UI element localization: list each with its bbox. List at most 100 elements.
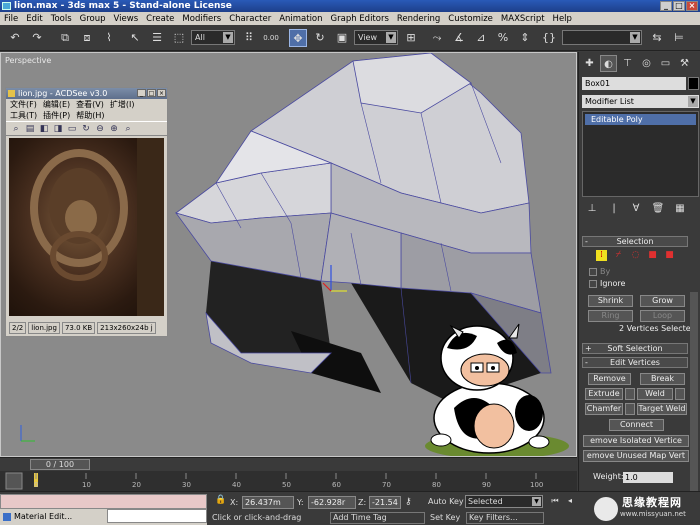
coord-system-dropdown[interactable]: View ▼: [354, 30, 398, 45]
modifier-stack[interactable]: Editable Poly: [582, 111, 699, 197]
object-color-swatch[interactable]: [688, 77, 699, 90]
key-filters-button[interactable]: Key Filters...: [466, 512, 544, 524]
set-key-button[interactable]: Set Key: [430, 513, 460, 522]
modifier-list-dropdown[interactable]: Modifier List ▼: [582, 95, 699, 108]
select-and-move-dots-icon[interactable]: ⠿: [240, 29, 258, 47]
menu-graph-editors[interactable]: Graph Editors: [327, 14, 393, 24]
remove-unused-map-verts-button[interactable]: emove Unused Map Vert: [583, 450, 689, 462]
motion-tab-icon[interactable]: ◎: [638, 55, 655, 72]
break-button[interactable]: Break: [640, 373, 685, 385]
weld-button[interactable]: Weld: [637, 388, 673, 400]
menu-tools[interactable]: Tools: [47, 14, 76, 24]
selection-region-icon[interactable]: ⬚: [170, 29, 188, 47]
pin-stack-icon[interactable]: ⊥: [585, 202, 599, 216]
named-selection-dropdown[interactable]: ▼: [562, 30, 642, 45]
acd-menu-help[interactable]: 帮助(H): [76, 110, 104, 121]
refresh-icon[interactable]: ↻: [80, 123, 92, 135]
create-tab-icon[interactable]: ✚: [581, 55, 598, 72]
z-coordinate-field[interactable]: -21.54: [369, 496, 401, 509]
key-icon[interactable]: ⚷: [405, 497, 423, 507]
redo-icon[interactable]: ↷: [28, 29, 46, 47]
menu-animation[interactable]: Animation: [275, 14, 326, 24]
bind-space-warp-icon[interactable]: ⌇: [100, 29, 118, 47]
select-by-name-icon[interactable]: ☰: [148, 29, 166, 47]
named-selection-icon[interactable]: {}: [540, 29, 558, 47]
zoom-in-icon[interactable]: ⊕: [108, 123, 120, 135]
unlink-icon[interactable]: ⧈: [78, 29, 96, 47]
menu-help[interactable]: Help: [549, 14, 576, 24]
grow-button[interactable]: Grow: [640, 295, 685, 307]
border-level-icon[interactable]: ◌: [630, 250, 641, 261]
minimize-button[interactable]: _: [660, 1, 672, 11]
selection-rollout-header[interactable]: - Selection: [582, 236, 688, 247]
acd-menu-tools[interactable]: 工具(T): [10, 110, 37, 121]
extrude-button[interactable]: Extrude: [585, 388, 623, 400]
go-to-start-icon[interactable]: ⏮: [548, 495, 562, 507]
remove-button[interactable]: Remove: [588, 373, 631, 385]
object-name-field[interactable]: Box01: [582, 77, 686, 90]
utilities-tab-icon[interactable]: ⚒: [676, 55, 693, 72]
show-end-result-icon[interactable]: |: [607, 202, 621, 216]
menu-views[interactable]: Views: [110, 14, 143, 24]
acdsee-title-bar[interactable]: lion.jpg - ACDSee v3.0 _ □ ×: [6, 88, 167, 99]
soft-selection-rollout-header[interactable]: + Soft Selection: [582, 343, 688, 354]
manipulate-icon[interactable]: ⤳: [428, 29, 446, 47]
track-bar[interactable]: 0 10 20 30 40 50 60 70 80 90 100: [0, 471, 577, 491]
prev-icon[interactable]: ◧: [38, 123, 50, 135]
edit-vertices-rollout-header[interactable]: - Edit Vertices: [582, 357, 688, 368]
x-coordinate-field[interactable]: 26.437m: [242, 496, 294, 509]
menu-maxscript[interactable]: MAXScript: [497, 14, 549, 24]
zoom-out-icon[interactable]: ⊖: [94, 123, 106, 135]
edge-level-icon[interactable]: ⌿: [613, 250, 624, 261]
menu-group[interactable]: Group: [76, 14, 110, 24]
configure-sets-icon[interactable]: ▦: [673, 202, 687, 216]
loop-button[interactable]: Loop: [640, 310, 685, 322]
shrink-button[interactable]: Shrink: [588, 295, 633, 307]
polygon-level-icon[interactable]: ■: [647, 250, 658, 261]
close-button[interactable]: ×: [157, 89, 166, 97]
remove-isolated-vertices-button[interactable]: emove Isolated Vertice: [583, 435, 689, 447]
close-button[interactable]: ×: [686, 1, 698, 11]
ring-button[interactable]: Ring: [588, 310, 633, 322]
menu-rendering[interactable]: Rendering: [393, 14, 444, 24]
next-icon[interactable]: ◨: [52, 123, 64, 135]
angle-snap-icon[interactable]: ⊿: [472, 29, 490, 47]
connect-button[interactable]: Connect: [609, 419, 664, 431]
menu-customize[interactable]: Customize: [444, 14, 497, 24]
selection-lock-icon[interactable]: 🔒: [215, 495, 226, 507]
weight-input[interactable]: 1.0: [623, 472, 673, 483]
extrude-settings-button[interactable]: [625, 388, 635, 400]
scale-icon[interactable]: ▣: [333, 29, 351, 47]
make-unique-icon[interactable]: ∀: [629, 202, 643, 216]
maxscript-listener-mini[interactable]: [0, 494, 207, 509]
acdsee-window[interactable]: lion.jpg - ACDSee v3.0 _ □ × 文件(F) 编辑(E)…: [5, 87, 168, 337]
stack-item-editable-poly[interactable]: Editable Poly: [585, 114, 696, 125]
menu-create[interactable]: Create: [142, 14, 178, 24]
rotate-icon[interactable]: ↻: [311, 29, 329, 47]
weld-settings-button[interactable]: [675, 388, 685, 400]
menu-edit[interactable]: Edit: [22, 14, 46, 24]
y-coordinate-field[interactable]: -62.928r: [308, 496, 356, 509]
maximize-button[interactable]: □: [673, 1, 685, 11]
link-icon[interactable]: ⧉: [56, 29, 74, 47]
hierarchy-tab-icon[interactable]: ⊤: [619, 55, 636, 72]
zoom-icon[interactable]: ⌕: [122, 123, 134, 135]
chamfer-button[interactable]: Chamfer: [585, 403, 623, 415]
target-weld-button[interactable]: Target Weld: [637, 403, 687, 415]
open-folder-icon[interactable]: ▤: [24, 123, 36, 135]
acd-menu-edit[interactable]: 编辑(E): [43, 99, 70, 110]
align-icon[interactable]: ⊨: [670, 29, 688, 47]
menu-character[interactable]: Character: [225, 14, 275, 24]
acd-menu-extend[interactable]: 扩增(I): [110, 99, 135, 110]
element-level-icon[interactable]: ■: [664, 250, 675, 261]
minimize-button[interactable]: _: [137, 89, 146, 97]
chamfer-settings-button[interactable]: [625, 403, 635, 415]
selection-filter-dropdown[interactable]: All ▼: [191, 30, 235, 45]
previous-frame-icon[interactable]: ◂: [563, 495, 577, 507]
time-slider[interactable]: 0 / 100: [30, 459, 90, 470]
browse-icon[interactable]: ⌕: [10, 123, 22, 135]
vertex-level-icon[interactable]: ⁞: [596, 250, 607, 261]
select-icon[interactable]: ↖: [126, 29, 144, 47]
acd-menu-view[interactable]: 查看(V): [76, 99, 104, 110]
menu-file[interactable]: File: [0, 14, 22, 24]
